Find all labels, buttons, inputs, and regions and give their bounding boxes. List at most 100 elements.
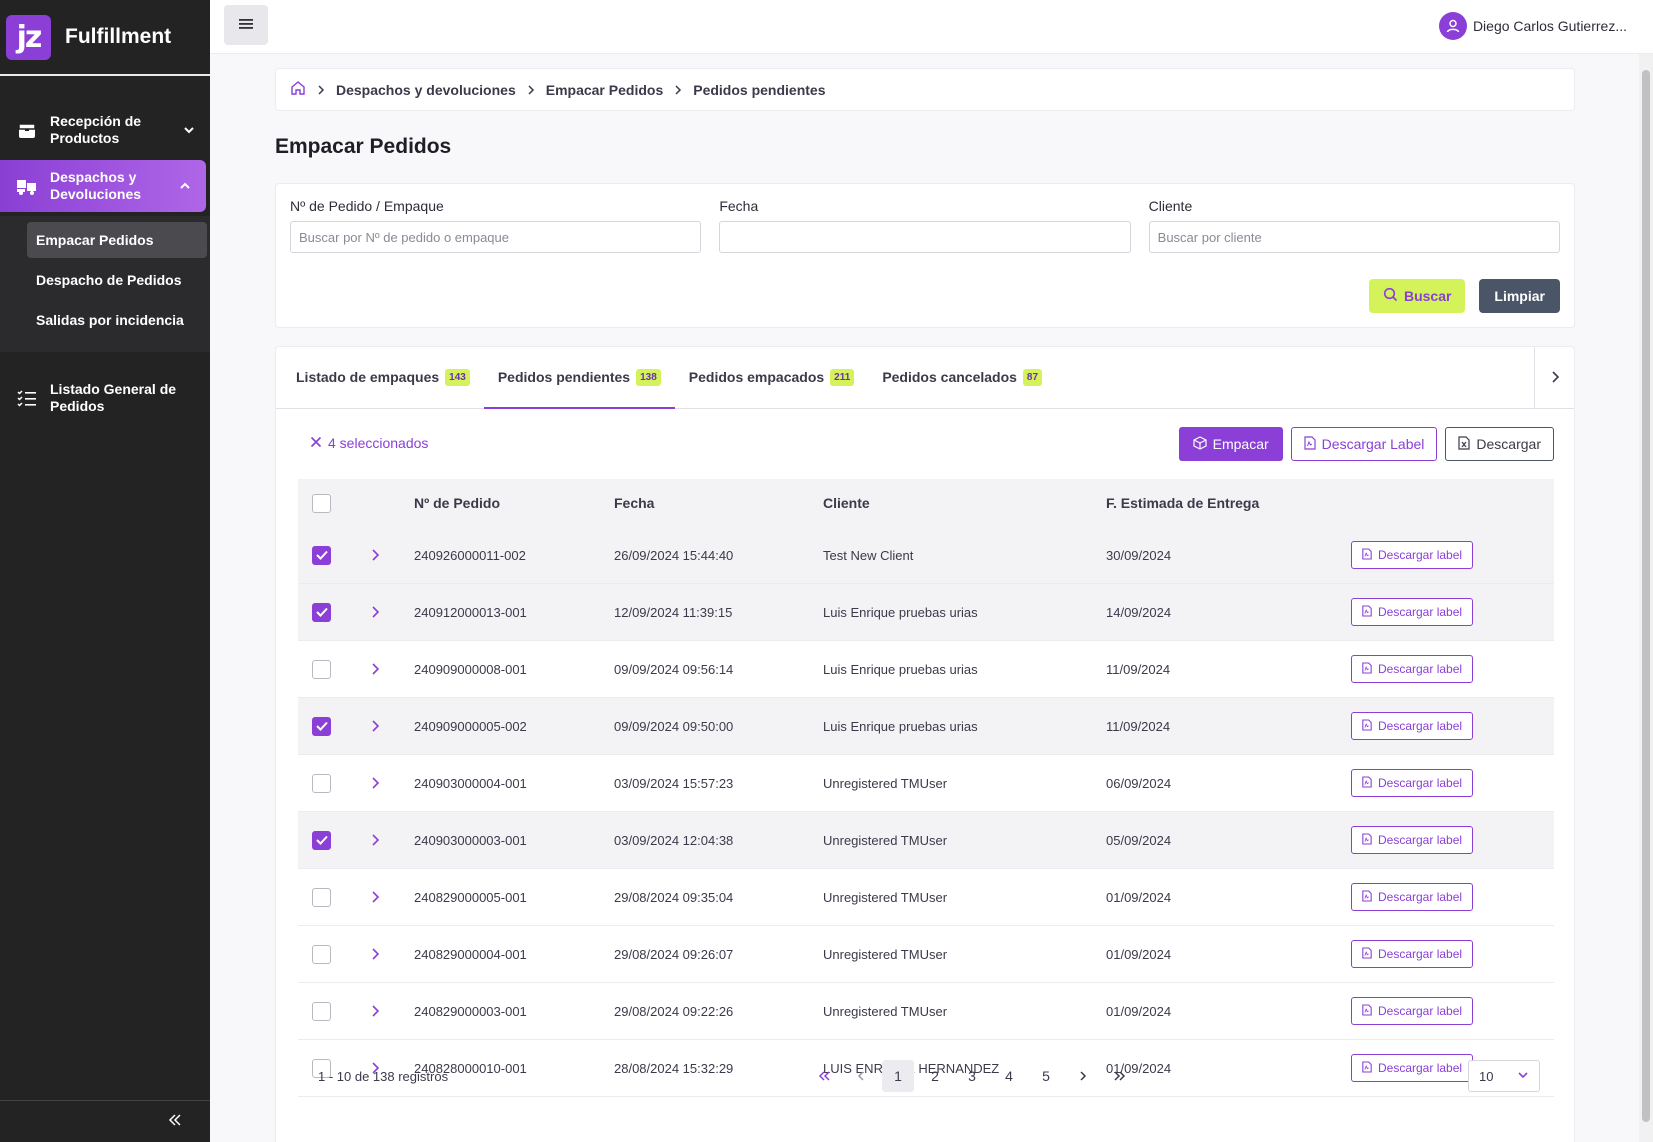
- expand-row-chevron-icon[interactable]: [370, 776, 380, 790]
- tabs-scroll-right-button[interactable]: [1534, 347, 1574, 409]
- pdf-file-icon: [1362, 946, 1372, 962]
- sidebar-item-listado[interactable]: Listado General de Pedidos: [0, 372, 210, 424]
- tab-pedidos-cancelados[interactable]: Pedidos cancelados 87: [868, 347, 1056, 408]
- table-row[interactable]: 240903000003-001 03/09/2024 12:04:38 Unreg…: [298, 812, 1554, 869]
- date-input[interactable]: [719, 221, 1131, 253]
- sidebar-subitem-despacho[interactable]: Despacho de Pedidos: [27, 262, 207, 298]
- page-button[interactable]: 3: [956, 1060, 988, 1092]
- table-row[interactable]: 240829000004-001 29/08/2024 09:26:07 Unreg…: [298, 926, 1554, 983]
- row-download-label-button[interactable]: Descargar label: [1351, 541, 1474, 569]
- search-button[interactable]: Buscar: [1368, 279, 1466, 313]
- prev-page-chevron-left-icon[interactable]: [845, 1060, 877, 1092]
- expand-row-chevron-icon[interactable]: [370, 833, 380, 847]
- hamburger-icon: [238, 17, 254, 34]
- sidebar-subitem-empacar[interactable]: Empacar Pedidos: [27, 222, 207, 258]
- cell-eta: 14/09/2024: [1106, 604, 1172, 620]
- column-header-client[interactable]: Cliente: [823, 495, 1106, 511]
- table-row[interactable]: 240926000011-002 26/09/2024 15:44:40 Test …: [298, 527, 1554, 584]
- cell-eta: 11/09/2024: [1106, 661, 1171, 677]
- row-checkbox[interactable]: [312, 830, 331, 850]
- sidebar-subitem-salidas[interactable]: Salidas por incidencia: [27, 302, 207, 338]
- last-page-double-chevron-right-icon[interactable]: [1104, 1060, 1136, 1092]
- cell-client: Luis Enrique pruebas urias: [823, 718, 978, 734]
- breadcrumb-item[interactable]: Empacar Pedidos: [546, 82, 664, 98]
- download-button-label: Descargar: [1476, 436, 1541, 452]
- first-page-double-chevron-left-icon[interactable]: [808, 1060, 840, 1092]
- row-download-label-button[interactable]: Descargar label: [1351, 997, 1474, 1025]
- row-download-label-button[interactable]: Descargar label: [1351, 769, 1474, 797]
- clear-button[interactable]: Limpiar: [1479, 279, 1560, 313]
- expand-row-chevron-icon[interactable]: [370, 605, 380, 619]
- scrollbar-thumb[interactable]: [1642, 70, 1650, 1122]
- row-checkbox[interactable]: [312, 659, 331, 679]
- column-header-eta[interactable]: F. Estimada de Entrega: [1106, 495, 1351, 511]
- page-button[interactable]: 2: [919, 1060, 951, 1092]
- row-checkbox[interactable]: [312, 944, 331, 964]
- next-page-chevron-right-icon[interactable]: [1067, 1060, 1099, 1092]
- sidebar-item-despachos[interactable]: Despachos y Devoluciones: [0, 160, 206, 212]
- breadcrumb-item[interactable]: Despachos y devoluciones: [336, 82, 516, 98]
- row-checkbox[interactable]: [312, 1001, 331, 1021]
- expand-row-chevron-icon[interactable]: [370, 662, 380, 676]
- table-row[interactable]: 240912000013-001 12/09/2024 11:39:15 Luis …: [298, 584, 1554, 641]
- table-row[interactable]: 240903000004-001 03/09/2024 15:57:23 Unreg…: [298, 755, 1554, 812]
- tab-count-badge: 138: [636, 368, 661, 386]
- page-button[interactable]: 4: [993, 1060, 1025, 1092]
- page-button[interactable]: 1: [882, 1060, 914, 1092]
- select-all-checkbox[interactable]: [312, 493, 331, 513]
- pdf-file-icon: [1362, 832, 1372, 848]
- row-download-label-button[interactable]: Descargar label: [1351, 598, 1474, 626]
- row-checkbox[interactable]: [312, 716, 331, 736]
- expand-row-chevron-icon[interactable]: [370, 719, 380, 733]
- date-filter-label: Fecha: [719, 198, 759, 214]
- download-label-button[interactable]: Descargar Label: [1290, 427, 1438, 461]
- column-header-date[interactable]: Fecha: [614, 495, 823, 511]
- client-search-input[interactable]: [1148, 221, 1560, 253]
- row-download-label-button[interactable]: Descargar label: [1351, 940, 1474, 968]
- clear-selection-button[interactable]: 4 seleccionados: [310, 435, 428, 451]
- row-download-label-button[interactable]: Descargar label: [1351, 712, 1474, 740]
- expand-row-chevron-icon[interactable]: [370, 890, 380, 904]
- pdf-file-icon: [1362, 889, 1372, 905]
- row-download-label-button[interactable]: Descargar label: [1351, 826, 1474, 854]
- table-row[interactable]: 240829000003-001 29/08/2024 09:22:26 Unreg…: [298, 983, 1554, 1040]
- tab-listado-de-empaques[interactable]: Listado de empaques 143: [282, 347, 484, 408]
- column-header-order[interactable]: Nº de Pedido: [414, 495, 614, 511]
- expand-row-chevron-icon[interactable]: [370, 947, 380, 961]
- table-row[interactable]: 240909000005-002 09/09/2024 09:50:00 Luis …: [298, 698, 1554, 755]
- search-icon: [1383, 287, 1398, 305]
- pack-button[interactable]: Empacar: [1178, 427, 1283, 461]
- search-button-label: Buscar: [1403, 288, 1452, 304]
- expand-row-chevron-icon[interactable]: [370, 548, 380, 562]
- app-logo[interactable]: jz: [6, 14, 51, 60]
- tab-pedidos-pendientes[interactable]: Pedidos pendientes 138: [483, 347, 675, 409]
- row-download-label-button[interactable]: Descargar label: [1351, 883, 1474, 911]
- user-menu[interactable]: Diego Carlos Gutierrez...: [1438, 12, 1627, 40]
- cell-order-number: 240829000005-001: [414, 889, 527, 905]
- expand-row-chevron-icon[interactable]: [370, 1004, 380, 1018]
- chevron-right-icon: [526, 84, 536, 96]
- table-row[interactable]: 240829000005-001 29/08/2024 09:35:04 Unreg…: [298, 869, 1554, 926]
- menu-toggle-button[interactable]: [224, 5, 268, 45]
- table-row[interactable]: 240909000008-001 09/09/2024 09:56:14 Luis …: [298, 641, 1554, 698]
- chevron-right-icon: [673, 84, 683, 96]
- home-icon[interactable]: [290, 80, 306, 99]
- order-search-input[interactable]: [290, 221, 702, 253]
- tab-pedidos-empacados[interactable]: Pedidos empacados 211: [675, 347, 869, 408]
- row-checkbox[interactable]: [312, 887, 331, 907]
- page-button[interactable]: 5: [1030, 1060, 1062, 1092]
- download-button[interactable]: Descargar: [1445, 427, 1554, 461]
- cell-order-number: 240829000003-001: [414, 1003, 527, 1019]
- sidebar-collapse-button[interactable]: [0, 1100, 210, 1142]
- row-checkbox[interactable]: [312, 773, 331, 793]
- page-scrollbar[interactable]: [1639, 54, 1653, 1142]
- pdf-file-icon: [1362, 775, 1372, 791]
- row-checkbox[interactable]: [312, 545, 331, 565]
- cell-date: 09/09/2024 09:50:00: [614, 718, 734, 734]
- sidebar-item-recepcion[interactable]: Recepción de Productos: [0, 104, 210, 156]
- row-download-label-button[interactable]: Descargar label: [1351, 655, 1474, 683]
- per-page-select[interactable]: 10: [1468, 1060, 1540, 1092]
- row-checkbox[interactable]: [312, 602, 331, 622]
- cell-order-number: 240926000011-002: [414, 547, 526, 563]
- row-download-label-text: Descargar label: [1378, 947, 1463, 961]
